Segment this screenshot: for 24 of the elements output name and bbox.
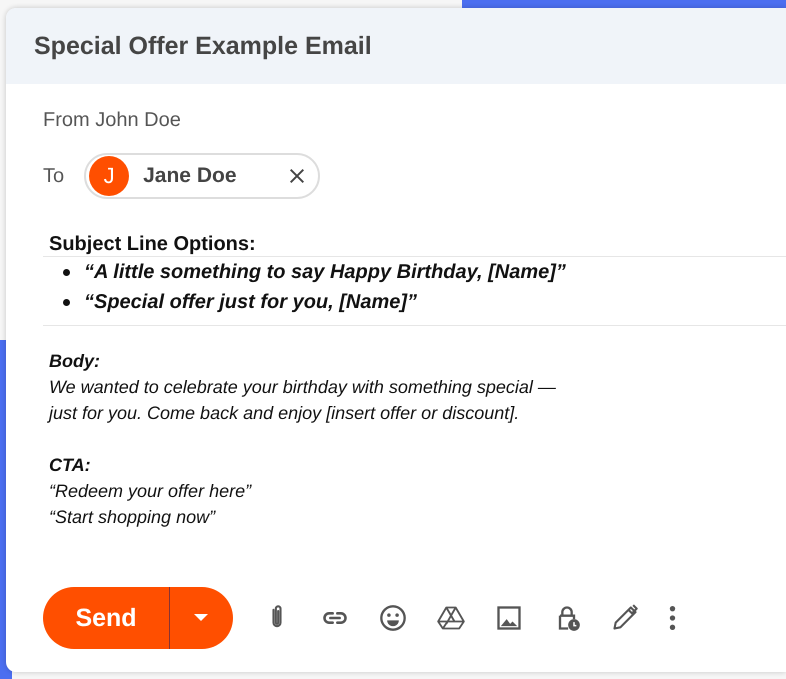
body-heading: Body: [49, 350, 101, 373]
subject-option: “Special offer just for you, [Name]” [84, 287, 418, 317]
subject-heading: Subject Line Options: [49, 233, 257, 256]
recipient-name: Jane Doe [143, 164, 238, 188]
caret-icon [194, 614, 208, 622]
close-icon[interactable] [288, 167, 306, 185]
subject-option: “A little something to say Happy Birthday, [Name]” [84, 257, 566, 287]
recipient-chip[interactable]: J Jane Doe [84, 153, 320, 199]
body-text: We wanted to celebrate your birthday with something special — just for you. Come back and enjoy [insert offer or discount]. [49, 376, 557, 425]
pen-icon[interactable] [611, 604, 639, 632]
cta-text: “Start shopping now” [49, 506, 217, 529]
bullet-icon [63, 268, 70, 276]
bullet-icon [63, 298, 70, 306]
send-options-button[interactable] [170, 587, 233, 649]
more-icon[interactable] [669, 604, 676, 632]
drive-icon[interactable] [437, 604, 465, 632]
cta-heading: CTA: [49, 454, 92, 477]
avatar: J [89, 156, 130, 196]
sender-text: From John Doe [43, 109, 182, 132]
to-label: To [43, 164, 64, 188]
image-icon[interactable] [495, 604, 523, 632]
cta-text: “Redeem your offer here” [49, 480, 253, 503]
window-title: Special Offer Example Email [34, 32, 372, 60]
smiley-icon[interactable] [379, 604, 407, 632]
